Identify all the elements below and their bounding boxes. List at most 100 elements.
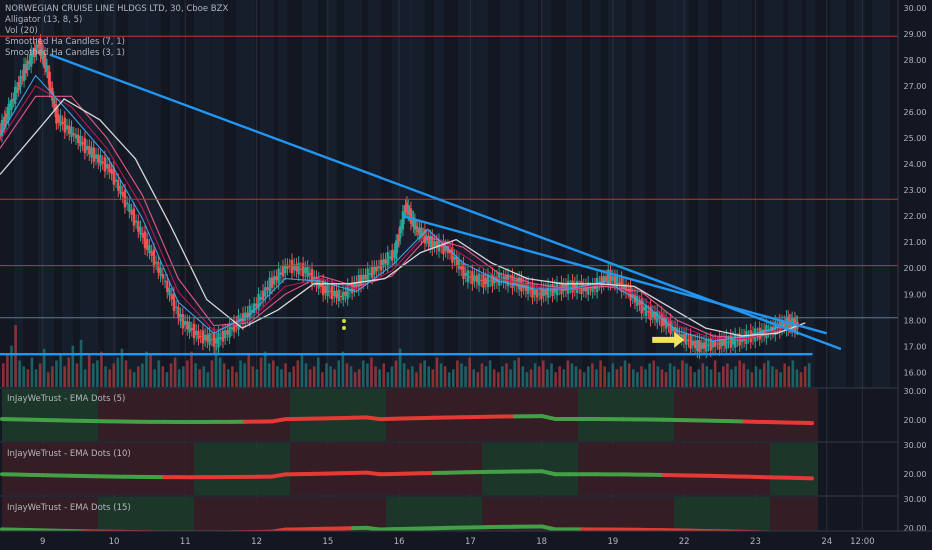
candle-body <box>433 241 436 247</box>
legend-indicator-volume[interactable]: Vol (20) <box>5 26 228 37</box>
legend-indicator-smoothed-ha-2[interactable]: Smoothed Ha Candles (3, 1) <box>5 48 228 59</box>
volume-bar-116 <box>476 372 480 387</box>
volume-bar-170 <box>697 369 701 387</box>
volume-bar-117 <box>480 363 484 387</box>
volume-bar-11 <box>47 372 50 387</box>
volume-bar-86 <box>353 372 357 387</box>
panel-bg-segment <box>602 389 626 441</box>
panel-bg-segment <box>386 389 410 441</box>
volume-bar-153 <box>627 363 631 387</box>
volume-bar-186 <box>762 363 766 387</box>
candle-body <box>602 276 605 285</box>
panel-bg-segment <box>578 443 602 495</box>
session-stripe <box>608 0 626 388</box>
candle-body <box>382 259 385 268</box>
volume-bar-190 <box>779 372 782 387</box>
panel-bg-segment <box>122 389 146 441</box>
candle-body <box>90 147 93 158</box>
volume-bar-182 <box>746 369 750 387</box>
volume-bar-145 <box>595 369 598 387</box>
candle-body <box>97 154 100 163</box>
volume-bar-3 <box>14 325 17 387</box>
candle-body <box>391 250 394 261</box>
volume-bar-88 <box>362 360 365 387</box>
candle-body <box>691 340 695 346</box>
volume-bar-127 <box>521 366 525 387</box>
volume-bar-140 <box>574 366 578 387</box>
candle-body <box>324 285 327 294</box>
candle-body <box>328 291 332 292</box>
candle-body <box>457 260 461 270</box>
candle-body <box>471 271 474 285</box>
volume-bar-154 <box>632 369 635 387</box>
session-stripe <box>566 0 582 388</box>
volume-bar-46 <box>190 351 193 387</box>
panel-bg-segment <box>338 389 362 441</box>
candle-body <box>319 284 323 287</box>
candle-body <box>747 336 750 338</box>
panel-bg-segment <box>794 389 818 441</box>
volume-bar-12 <box>51 366 54 387</box>
volume-bar-44 <box>182 366 185 387</box>
candle-body <box>377 266 381 269</box>
candle-body <box>174 306 178 308</box>
candle-body <box>544 289 548 295</box>
panel-bg-segment <box>722 389 746 441</box>
volume-bar-58 <box>239 360 242 387</box>
volume-bar-17 <box>71 345 75 387</box>
panel-bg-segment <box>266 389 290 441</box>
volume-bar-33 <box>137 366 140 387</box>
volume-bar-131 <box>537 366 541 387</box>
candle-body <box>713 340 717 347</box>
volume-bar-146 <box>599 360 602 387</box>
volume-bar-166 <box>681 360 684 387</box>
session-stripe <box>632 0 645 388</box>
volume-bar-108 <box>443 366 447 387</box>
candle-body <box>569 286 572 288</box>
candle-body <box>210 339 214 341</box>
volume-bar-79 <box>325 363 328 387</box>
candle-body <box>297 262 300 275</box>
price-chart[interactable]: 28.9122.6520.1018.1021:38 30.0029.0028.0… <box>0 0 932 550</box>
session-stripe <box>500 0 519 388</box>
volume-bar-98 <box>402 363 406 387</box>
ema-dot-line <box>270 417 288 424</box>
volume-bar-91 <box>374 366 377 387</box>
volume-bar-155 <box>636 372 639 387</box>
candle-body <box>114 179 118 182</box>
volume-bar-111 <box>456 360 459 387</box>
session-stripe <box>524 0 538 388</box>
candle-body <box>279 272 283 275</box>
candle-body <box>571 280 574 293</box>
candle-body <box>538 293 541 295</box>
legend-symbol[interactable]: NORWEGIAN CRUISE LINE HLDGS LTD, 30, Cbo… <box>5 4 228 15</box>
candle-body <box>76 134 80 144</box>
volume-bar-189 <box>775 369 778 387</box>
candle-body <box>669 319 672 335</box>
panel-label-ema-10[interactable]: InJayWeTrust - EMA Dots (10) <box>7 449 131 459</box>
candle-body <box>72 133 75 136</box>
panel-bg-segment <box>290 443 314 495</box>
legend-indicator-alligator[interactable]: Alligator (13, 8, 5) <box>5 15 228 26</box>
candle-body <box>161 274 165 279</box>
candle-body <box>168 288 171 296</box>
candle-body <box>223 330 227 339</box>
candle-body <box>197 330 200 340</box>
time-tick-6: 17 <box>465 537 476 547</box>
panel-label-ema-15[interactable]: InJayWeTrust - EMA Dots (15) <box>7 503 131 513</box>
panel-bg-segment <box>626 389 650 441</box>
volume-bar-180 <box>738 360 741 387</box>
panel-label-ema-5[interactable]: InJayWeTrust - EMA Dots (5) <box>7 394 125 404</box>
candle-body <box>700 342 703 350</box>
volume-bar-4 <box>18 360 21 387</box>
candle-body <box>635 295 639 306</box>
time-tick-10: 23 <box>750 537 761 547</box>
candle-body <box>640 298 643 314</box>
signal-dot-icon <box>342 319 346 323</box>
candle-body <box>230 327 234 330</box>
volume-bar-112 <box>460 363 463 387</box>
candle-body <box>373 266 376 275</box>
legend-indicator-smoothed-ha-1[interactable]: Smoothed Ha Candles (7, 1) <box>5 37 228 48</box>
volume-bar-130 <box>533 363 537 387</box>
volume-bar-90 <box>370 357 373 387</box>
